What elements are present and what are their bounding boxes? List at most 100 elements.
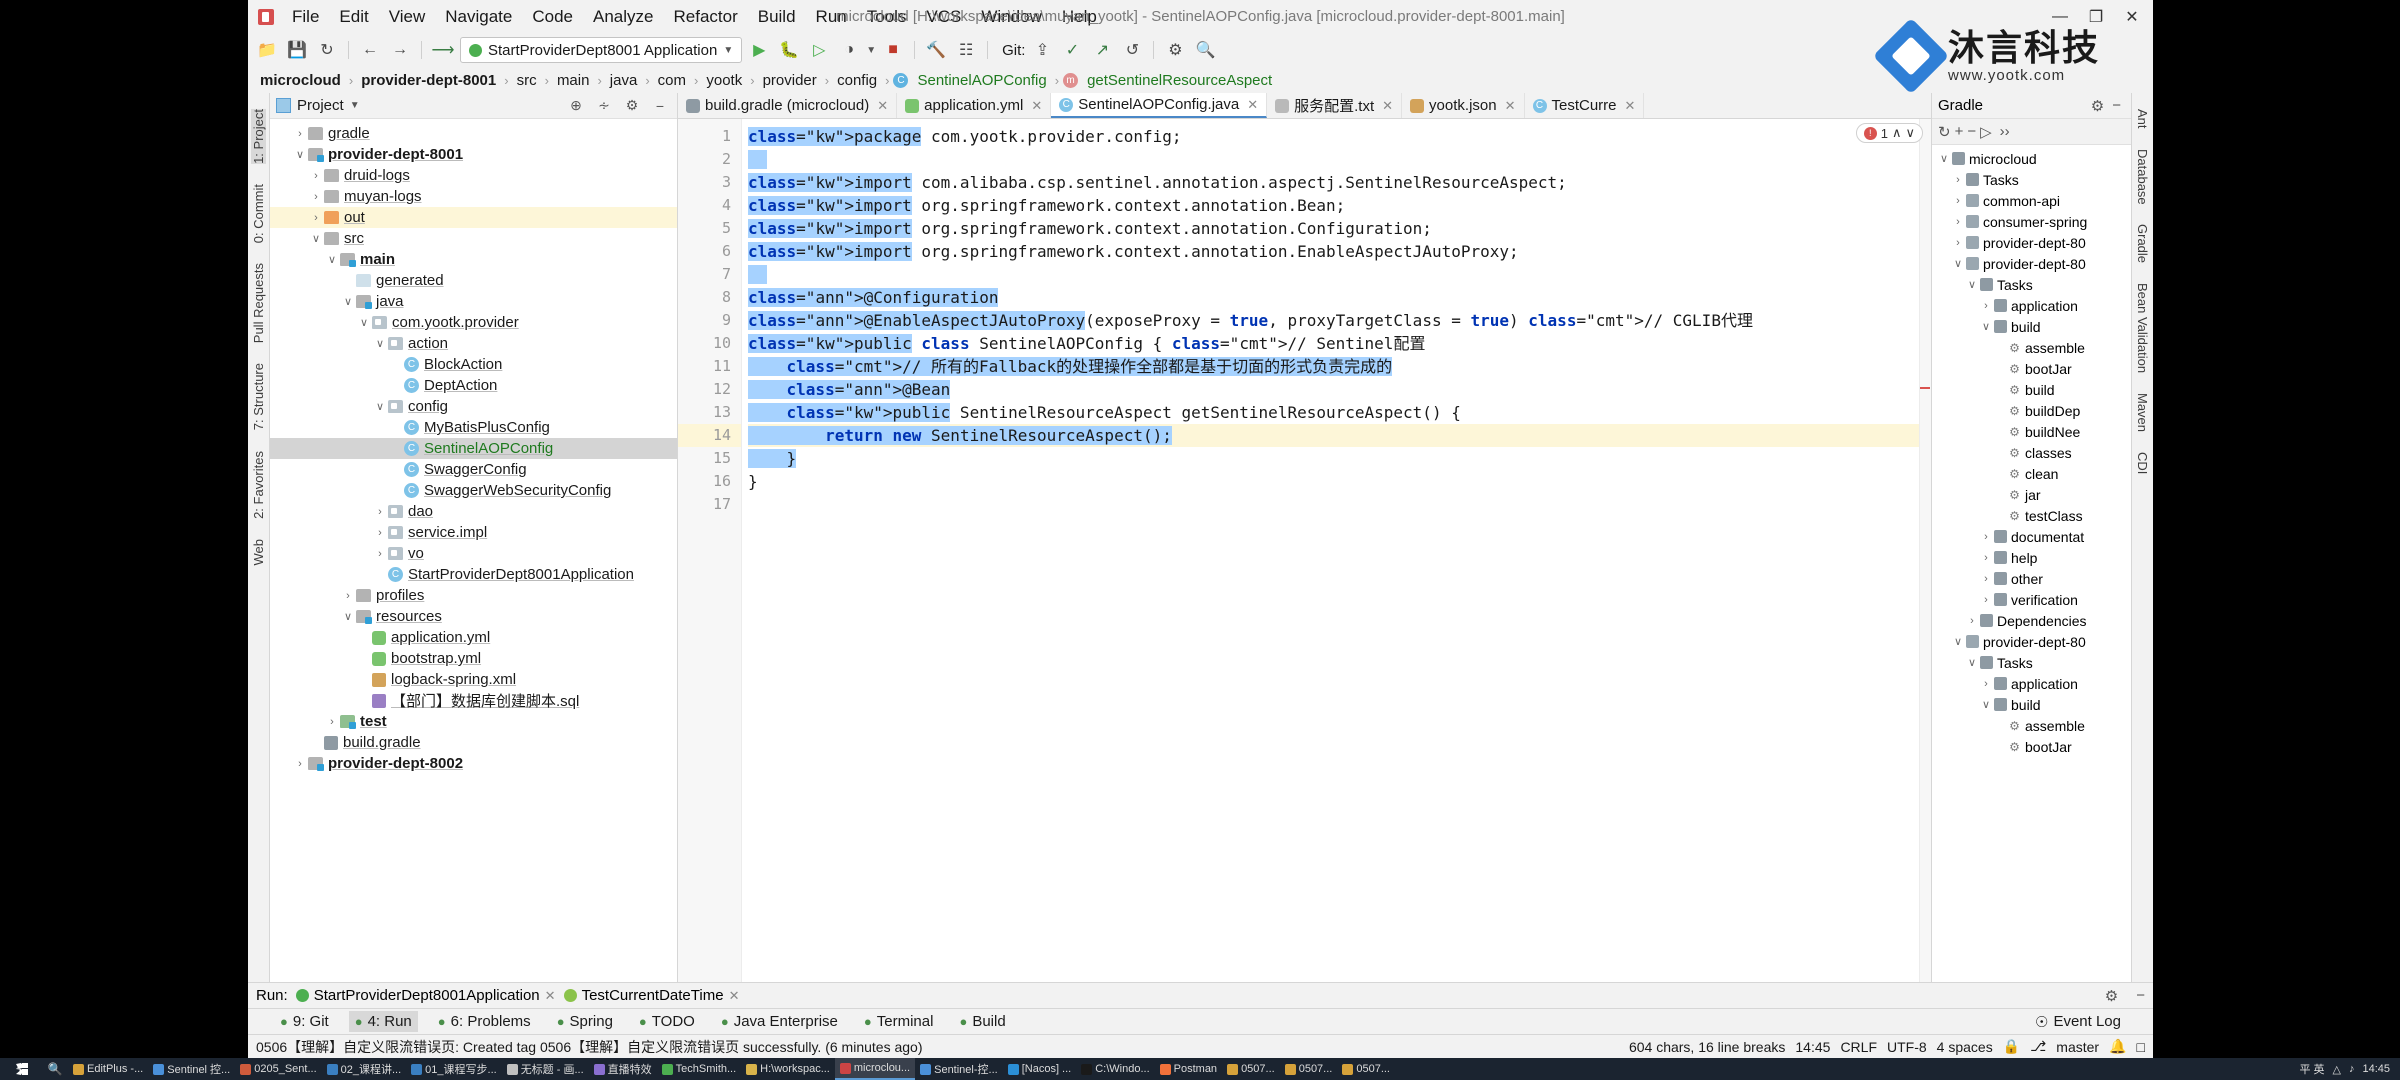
close-icon[interactable]: ✕ — [1505, 98, 1516, 114]
menu-item-file[interactable]: File — [282, 4, 329, 30]
minus-icon[interactable]: − — [1967, 123, 1976, 140]
chevron-right-icon[interactable]: › — [308, 191, 324, 203]
back-icon[interactable]: ← — [357, 37, 383, 63]
system-tray[interactable]: 平 英 △ ♪ 14:45 — [2299, 1061, 2398, 1077]
taskbar-item[interactable]: 0507... — [1280, 1058, 1338, 1080]
chevron-right-icon[interactable]: › — [1950, 216, 1966, 228]
taskbar-item[interactable]: Postman — [1155, 1058, 1222, 1080]
line-number[interactable]: 3 — [678, 171, 741, 194]
add-icon[interactable]: + — [1955, 123, 1964, 140]
event-log-button[interactable]: ☉ Event Log — [2029, 1011, 2127, 1033]
tree-node[interactable]: logback-spring.xml — [270, 669, 677, 690]
gear-icon[interactable]: ⚙ — [2087, 97, 2108, 115]
run-tab-start-provider[interactable]: StartProviderDept8001Application ✕ — [295, 987, 556, 1004]
minimize-icon[interactable]: − — [2108, 97, 2125, 114]
sync-icon[interactable]: ↻ — [314, 37, 340, 63]
breadcrumb-item-provider-dept-8001[interactable]: provider-dept-8001 — [357, 71, 500, 90]
open-folder-icon[interactable]: 📁 — [254, 37, 280, 63]
tray-ime[interactable]: 平 英 — [2299, 1061, 2324, 1077]
taskbar-item[interactable]: H:\workspac... — [741, 1058, 835, 1080]
chevron-right-icon[interactable]: › — [1950, 237, 1966, 249]
breadcrumb-item-yootk[interactable]: yootk — [702, 71, 746, 90]
gradle-tree-node[interactable]: ⚙ buildDep — [1932, 400, 2131, 421]
editor-tab[interactable]: yootk.json ✕ — [1402, 93, 1525, 118]
chevron-right-icon[interactable]: › — [1978, 678, 1994, 690]
tree-node[interactable]: application.yml — [270, 627, 677, 648]
gradle-tree-node[interactable]: › Dependencies — [1932, 610, 2131, 631]
gradle-tree-node[interactable]: ⚙ bootJar — [1932, 358, 2131, 379]
tree-node[interactable]: › dao — [270, 501, 677, 522]
chevron-right-icon[interactable]: › — [372, 527, 388, 539]
chevron-down-icon[interactable]: ∨ — [340, 295, 356, 308]
code-line[interactable]: return new SentinelResourceAspect(); — [748, 424, 1931, 447]
code-line[interactable]: class="kw">import org.springframework.co… — [748, 240, 1931, 263]
gradle-tree-node[interactable]: ∨ Tasks — [1932, 274, 2131, 295]
gradle-tree-node[interactable]: › verification — [1932, 589, 2131, 610]
minimize-icon[interactable]: − — [2126, 987, 2145, 1004]
tree-node[interactable]: C BlockAction — [270, 354, 677, 375]
line-number[interactable]: 4 — [678, 194, 741, 217]
marker-stripe[interactable] — [1919, 119, 1931, 982]
tree-node[interactable]: bootstrap.yml — [270, 648, 677, 669]
code-line[interactable]: class="kw">public class SentinelAOPConfi… — [748, 332, 1931, 355]
code-line[interactable]: class="kw">import com.alibaba.csp.sentin… — [748, 171, 1931, 194]
prev-error-icon[interactable]: ∧ — [1892, 125, 1902, 141]
gradle-tree-node[interactable]: ∨ build — [1932, 316, 2131, 337]
chevron-right-icon[interactable]: › — [308, 170, 324, 182]
breadcrumb-item-class[interactable]: SentinelAOPConfig — [913, 71, 1050, 90]
gear-icon[interactable]: ⚙ — [2105, 987, 2118, 1005]
chevron-down-icon[interactable]: ∨ — [324, 253, 340, 266]
line-number[interactable]: 10 — [678, 332, 741, 355]
tree-node[interactable]: › muyan-logs — [270, 186, 677, 207]
menu-item-edit[interactable]: Edit — [329, 4, 378, 30]
gradle-tree-node[interactable]: ∨ Tasks — [1932, 652, 2131, 673]
inspection-widget[interactable]: ! 1 ∧ ∨ — [1855, 123, 1923, 143]
error-marker[interactable] — [1920, 387, 1930, 389]
tree-node[interactable]: › out — [270, 207, 677, 228]
chevron-down-icon[interactable]: ∨ — [1978, 320, 1994, 333]
taskbar-item[interactable]: 0205_Sent... — [235, 1058, 321, 1080]
line-number[interactable]: 1 — [678, 125, 741, 148]
taskbar-item[interactable]: microclou... — [834, 1058, 916, 1080]
run-configuration-selector[interactable]: StartProviderDept8001 Application ▼ — [460, 37, 743, 63]
tree-node[interactable]: C SwaggerWebSecurityConfig — [270, 480, 677, 501]
stop-icon[interactable]: ■ — [880, 37, 906, 63]
chevron-down-icon[interactable]: ∨ — [1950, 257, 1966, 270]
chevron-right-icon[interactable]: › — [1964, 615, 1980, 627]
line-number[interactable]: 12 — [678, 378, 741, 401]
gradle-tree-node[interactable]: ⚙ classes — [1932, 442, 2131, 463]
chevron-down-icon[interactable]: ▼ — [866, 45, 876, 56]
rail-item-commit[interactable]: 0: Commit — [251, 184, 266, 243]
tree-node[interactable]: ∨ provider-dept-8001 — [270, 144, 677, 165]
close-icon[interactable]: ✕ — [1625, 98, 1636, 114]
taskbar-item[interactable]: C:\Windo... — [1076, 1058, 1154, 1080]
gradle-tree-node[interactable]: ⚙ jar — [1932, 484, 2131, 505]
tree-node[interactable]: ∨ config — [270, 396, 677, 417]
code-line[interactable]: class="ann">@Configuration — [748, 286, 1931, 309]
chevron-right-icon[interactable]: › — [340, 590, 356, 602]
forward-icon[interactable]: → — [387, 37, 413, 63]
chevron-right-icon[interactable]: › — [1950, 195, 1966, 207]
menu-item-analyze[interactable]: Analyze — [583, 4, 663, 30]
code-line[interactable]: class="kw">public SentinelResourceAspect… — [748, 401, 1931, 424]
bottom-tool-bar[interactable]: ● 9: Git ● 4: Run ● 6: Problems ● Spring ● TODO ● J… — [248, 1008, 2153, 1034]
chevron-down-icon[interactable]: ∨ — [372, 400, 388, 413]
taskbar-item[interactable]: [Nacos] ... — [1003, 1058, 1077, 1080]
chevron-down-icon[interactable]: ∨ — [340, 610, 356, 623]
gradle-tree-node[interactable]: ∨ build — [1932, 694, 2131, 715]
line-number-gutter[interactable]: 1 2 3 4 5 6 7 8 9 10 11 12 13 14 15 16 17 — [678, 119, 742, 982]
debug-icon[interactable]: 🐛 — [776, 37, 802, 63]
run-tab-test-current-date-time[interactable]: TestCurrentDateTime ✕ — [563, 987, 739, 1004]
tray-overflow-icon[interactable]: △ — [2333, 1063, 2341, 1076]
rail-item-favorites[interactable]: 2: Favorites — [251, 451, 266, 519]
maximize-button[interactable]: ❐ — [2079, 2, 2113, 32]
line-number[interactable]: 6 — [678, 240, 741, 263]
taskbar-item[interactable]: Sentinel-控... — [915, 1058, 1003, 1080]
breadcrumb-item-method[interactable]: getSentinelResourceAspect — [1083, 71, 1276, 90]
tree-node[interactable]: › provider-dept-8002 — [270, 753, 677, 774]
code-line[interactable]: class="kw">package com.yootk.provider.co… — [748, 125, 1931, 148]
bottom-tab[interactable]: ● Spring — [551, 1011, 619, 1032]
more-icon[interactable]: ›› — [2000, 123, 2010, 140]
gradle-tree-node[interactable]: ∨ provider-dept-80 — [1932, 631, 2131, 652]
chevron-down-icon[interactable]: ∨ — [292, 148, 308, 161]
